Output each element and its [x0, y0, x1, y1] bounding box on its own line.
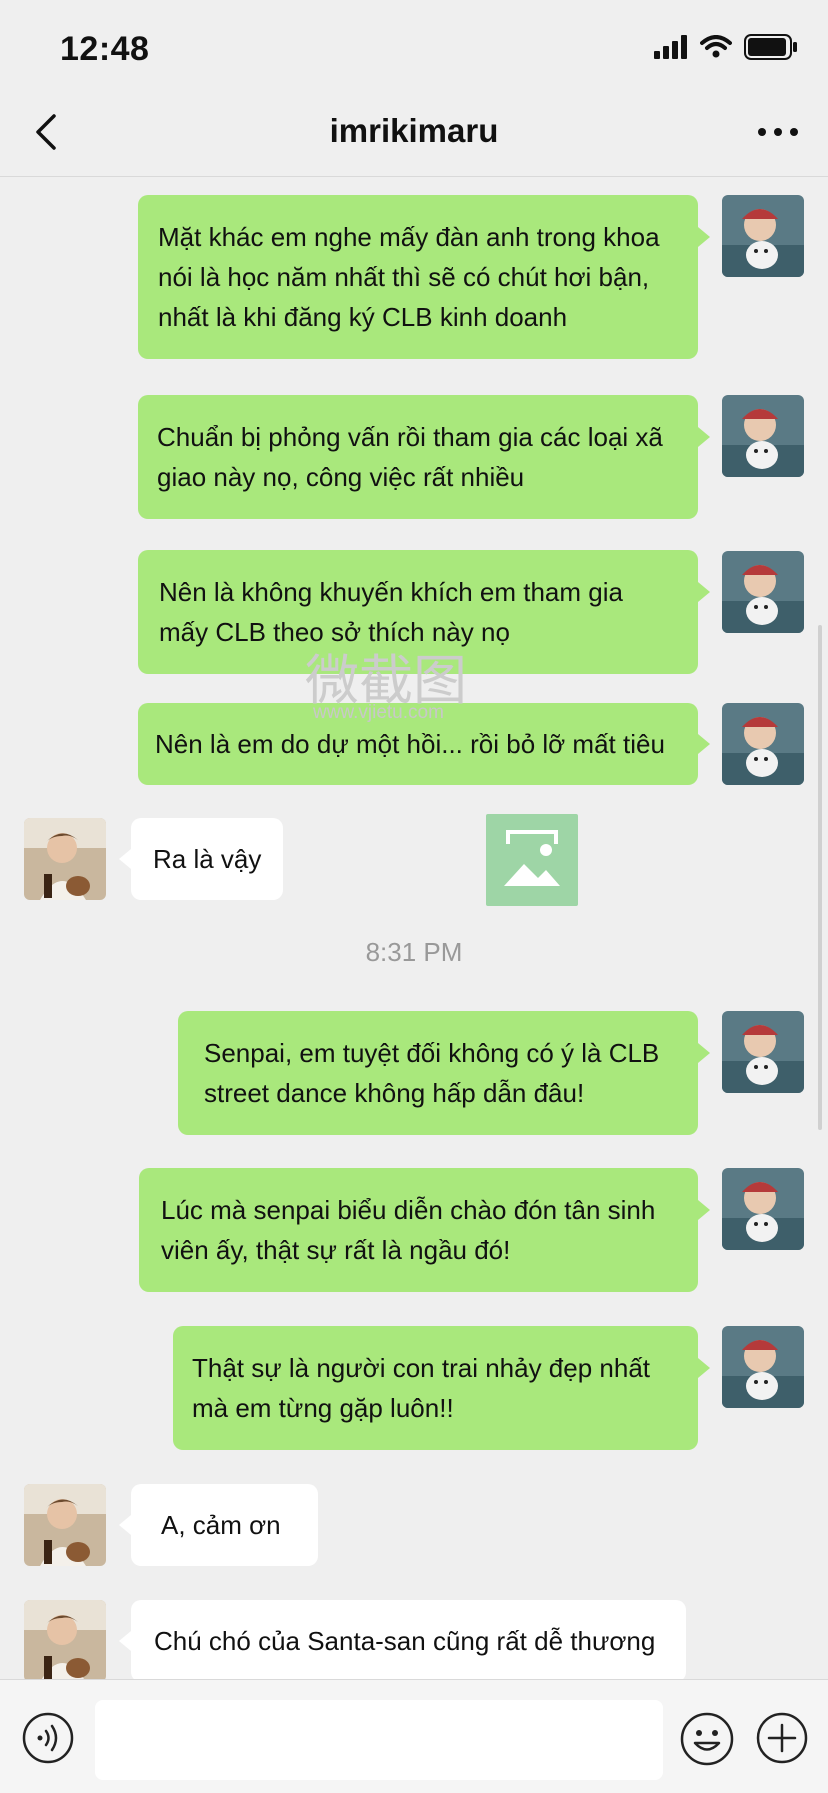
avatar-self[interactable]	[722, 1168, 804, 1250]
emoji-icon[interactable]	[680, 1712, 734, 1766]
avatar-contact[interactable]	[24, 818, 106, 900]
message-bubble-incoming[interactable]: Ra là vậy	[131, 818, 283, 900]
avatar-self[interactable]	[722, 395, 804, 477]
message-bubble-incoming[interactable]: Chú chó của Santa-san cũng rất dễ thương	[131, 1600, 686, 1679]
plus-icon[interactable]	[756, 1712, 808, 1764]
message-line: A, cảm ơn	[161, 1510, 281, 1540]
avatar-contact[interactable]	[24, 1484, 106, 1566]
message-list[interactable]: Mặt khác em nghe mấy đàn anh trong khoa …	[0, 177, 828, 1679]
signal-icon	[654, 35, 687, 59]
message-bubble-outgoing[interactable]: Thật sự là người con trai nhảy đẹp nhất …	[173, 1326, 698, 1450]
watermark-url: www.vjietu.com	[313, 702, 444, 723]
watermark: 微截图 www.vjietu.com	[305, 636, 585, 732]
message-line: Nên là không khuyến khích em tham gia	[159, 577, 623, 607]
message-line: Ra là vậy	[153, 844, 262, 874]
message-line: Lúc mà senpai biểu diễn chào đón tân sin…	[161, 1195, 656, 1225]
more-icon[interactable]	[756, 120, 800, 144]
message-line: street dance không hấp dẫn đâu!	[204, 1078, 585, 1108]
input-bar	[0, 1679, 828, 1793]
message-bubble-outgoing[interactable]: Chuẩn bị phỏng vấn rồi tham gia các loại…	[138, 395, 698, 519]
message-line: Mặt khác em nghe mấy đàn anh trong khoa	[158, 222, 660, 252]
watermark-image-icon	[486, 814, 578, 906]
status-time: 12:48	[60, 30, 150, 68]
message-line: Thật sự là người con trai nhảy đẹp nhất	[192, 1353, 651, 1383]
avatar-self[interactable]	[722, 703, 804, 785]
avatar-self[interactable]	[722, 1326, 804, 1408]
scrollbar[interactable]	[818, 625, 822, 1130]
avatar-self[interactable]	[722, 1011, 804, 1093]
battery-icon	[744, 34, 797, 60]
message-line: nhất là khi đăng ký CLB kinh doanh	[158, 302, 568, 332]
message-line: viên ấy, thật sự rất là ngầu đó!	[161, 1235, 511, 1265]
message-timestamp: 8:31 PM	[365, 937, 463, 967]
avatar-self[interactable]	[722, 195, 804, 277]
message-line: Senpai, em tuyệt đối không có ý là CLB	[204, 1038, 660, 1068]
message-input[interactable]	[95, 1700, 663, 1780]
message-line: Chú chó của Santa-san cũng rất dễ thương	[154, 1626, 656, 1656]
message-line: nói là học năm nhất thì sẽ có chút hơi b…	[158, 262, 650, 292]
status-icons	[654, 34, 798, 60]
message-line: mà em từng gặp luôn!!	[192, 1393, 454, 1423]
message-bubble-incoming[interactable]: A, cảm ơn	[131, 1484, 318, 1566]
message-line: giao này nọ, công việc rất nhiều	[157, 462, 525, 492]
wifi-icon	[700, 35, 732, 58]
chat-header: imrikimaru	[0, 100, 828, 177]
voice-icon[interactable]	[22, 1712, 74, 1764]
chat-title: imrikimaru	[329, 112, 499, 149]
status-bar: 12:48	[0, 0, 828, 100]
avatar-contact[interactable]	[24, 1600, 106, 1679]
message-line: Chuẩn bị phỏng vấn rồi tham gia các loại…	[157, 422, 663, 452]
message-bubble-outgoing[interactable]: Senpai, em tuyệt đối không có ý là CLB s…	[178, 1011, 698, 1135]
message-bubble-outgoing[interactable]: Mặt khác em nghe mấy đàn anh trong khoa …	[138, 195, 698, 359]
avatar-self[interactable]	[722, 551, 804, 633]
message-bubble-outgoing[interactable]: Lúc mà senpai biểu diễn chào đón tân sin…	[139, 1168, 698, 1292]
